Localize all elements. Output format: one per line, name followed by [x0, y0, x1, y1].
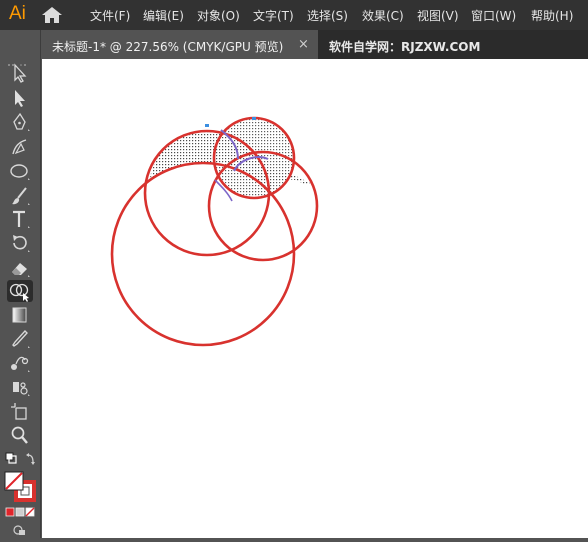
anchor-point[interactable]: [205, 124, 209, 127]
zoom-tool-icon[interactable]: [7, 424, 33, 446]
eraser-tool-icon[interactable]: [7, 257, 33, 279]
menu-bar: Ai 文件(F) 编辑(E) 对象(O) 文字(T) 选择(S) 效果(C) 视…: [0, 0, 588, 30]
document-tab-title: 未标题-1* @ 227.56% (CMYK/GPU 预览): [52, 40, 284, 54]
watermark-text: 软件自学网：RJZXW.COM: [329, 40, 481, 54]
document-tab-bar: 未标题-1* @ 227.56% (CMYK/GPU 预览) × 软件自学网：R…: [42, 30, 588, 59]
menu-file[interactable]: 文件(F): [90, 7, 130, 24]
direct-selection-tool-icon[interactable]: [7, 87, 33, 109]
artboard-tool-icon[interactable]: [7, 400, 33, 422]
shape-builder-icon: [9, 283, 29, 302]
paintbrush-tool-icon[interactable]: [7, 185, 33, 207]
menu-type[interactable]: 文字(T): [253, 7, 294, 24]
ellipse-tool-icon[interactable]: [7, 160, 33, 182]
gradient-tool-icon[interactable]: [7, 304, 33, 326]
fill-stroke-swatch-icon[interactable]: [3, 470, 37, 504]
rotate-tool-icon[interactable]: [7, 232, 33, 254]
menu-window[interactable]: 窗口(W): [471, 7, 516, 24]
pen-tool-icon[interactable]: [7, 111, 33, 133]
type-tool-icon[interactable]: [7, 208, 33, 230]
menu-object[interactable]: 对象(O): [197, 7, 240, 24]
drawing-mode-icon[interactable]: [12, 524, 28, 536]
color-mode-icons[interactable]: [5, 507, 35, 517]
artboard-canvas[interactable]: [42, 59, 588, 538]
selection-tool-icon[interactable]: [7, 62, 33, 84]
home-icon[interactable]: [41, 6, 63, 24]
close-icon[interactable]: ×: [298, 37, 309, 52]
shape-builder-tool-button[interactable]: [7, 280, 33, 302]
menu-edit[interactable]: 编辑(E): [143, 7, 184, 24]
anchor-point[interactable]: [252, 117, 256, 120]
menu-effect[interactable]: 效果(C): [362, 7, 404, 24]
menu-help[interactable]: 帮助(H): [531, 7, 573, 24]
swap-default-colors-icon[interactable]: [5, 452, 37, 466]
app-logo: Ai: [9, 3, 26, 24]
canvas-artwork[interactable]: [42, 59, 588, 538]
eyedropper-tool-icon[interactable]: [7, 328, 33, 350]
symbol-sprayer-tool-icon[interactable]: [7, 376, 33, 398]
blend-tool-icon[interactable]: [7, 352, 33, 374]
menu-view[interactable]: 视图(V): [417, 7, 459, 24]
document-tab[interactable]: 未标题-1* @ 227.56% (CMYK/GPU 预览) ×: [42, 30, 318, 59]
menu-select[interactable]: 选择(S): [307, 7, 348, 24]
curvature-tool-icon[interactable]: [7, 136, 33, 158]
